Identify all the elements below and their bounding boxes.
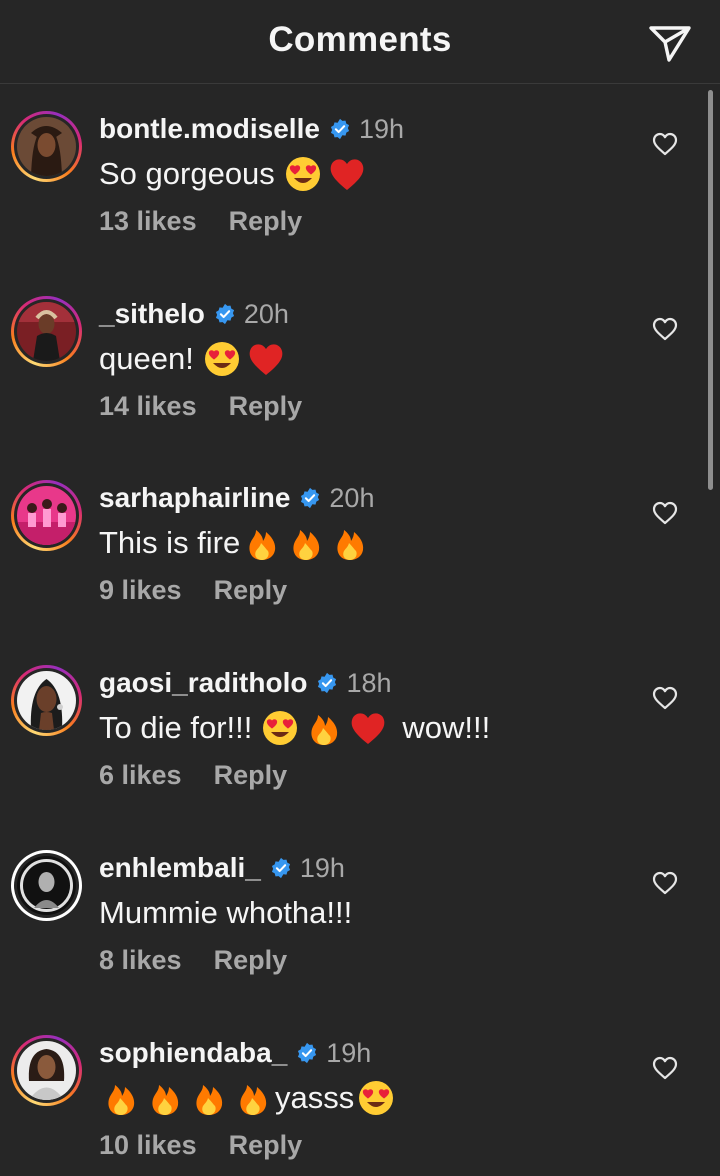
- reply-button[interactable]: Reply: [214, 945, 288, 975]
- avatar[interactable]: [11, 111, 82, 182]
- fire-emoji-icon: [331, 524, 369, 562]
- verified-badge-icon: [298, 1042, 317, 1064]
- comment-header: sarhaphairline 20h: [99, 481, 374, 515]
- heart-eyes-emoji-icon: [357, 1079, 395, 1117]
- comment-trailing-text: wow!!!: [402, 710, 491, 745]
- comment-meta: 13 likes Reply: [99, 206, 302, 237]
- comment-text-line: So gorgeous: [99, 154, 369, 194]
- comment-text-line: Mummie whotha!!!: [99, 893, 352, 933]
- comment-text: This is fire: [99, 525, 241, 560]
- comment-item: sophiendaba_ 19h yasss 10 likes Reply: [0, 1008, 720, 1176]
- comment-meta: 8 likes Reply: [99, 945, 287, 976]
- username[interactable]: sarhaphairline: [99, 482, 290, 514]
- reply-button[interactable]: Reply: [214, 760, 288, 790]
- comment-time: 19h: [299, 852, 345, 883]
- verified-badge-icon: [301, 487, 320, 509]
- comment-item: gaosi_raditholo 18h To die for!!! wow!!!…: [0, 638, 720, 822]
- fire-emoji-icon: [146, 1079, 184, 1117]
- verified-badge-icon: [271, 857, 290, 879]
- comment-text-line: This is fire: [99, 523, 372, 563]
- like-heart-icon[interactable]: [652, 686, 678, 710]
- comment-time: 19h: [358, 113, 404, 144]
- heart-eyes-emoji-icon: [284, 155, 322, 193]
- comments-header: Comments: [0, 0, 720, 84]
- heart-eyes-emoji-icon: [203, 340, 241, 378]
- comment-text-line: queen!: [99, 339, 288, 379]
- verified-badge-icon: [330, 118, 350, 140]
- like-heart-icon[interactable]: [652, 501, 678, 525]
- comment-text-line: yasss: [99, 1078, 398, 1118]
- comment-text: Mummie whotha!!!: [99, 895, 353, 930]
- avatar[interactable]: [11, 296, 82, 367]
- like-heart-icon[interactable]: [652, 317, 678, 341]
- username[interactable]: enhlembali_: [99, 852, 261, 884]
- comment-text: To die for!!!: [99, 710, 253, 745]
- fire-emoji-icon: [287, 524, 325, 562]
- scrollbar[interactable]: [708, 90, 713, 490]
- like-heart-icon[interactable]: [652, 871, 678, 895]
- heart-eyes-emoji-icon: [261, 709, 299, 747]
- comment-header: _sithelo 20h: [99, 297, 289, 331]
- paper-plane-icon[interactable]: [648, 24, 692, 64]
- comments-list[interactable]: bontle.modiselle 19h So gorgeous 13 like…: [0, 84, 720, 1176]
- fire-emoji-icon: [305, 709, 343, 747]
- username[interactable]: bontle.modiselle: [99, 113, 320, 145]
- red-heart-emoji-icon: [349, 709, 387, 747]
- avatar[interactable]: [11, 665, 82, 736]
- like-heart-icon[interactable]: [652, 132, 678, 156]
- comment-meta: 14 likes Reply: [99, 391, 302, 422]
- reply-button[interactable]: Reply: [229, 206, 303, 236]
- avatar[interactable]: [11, 480, 82, 551]
- username[interactable]: _sithelo: [99, 298, 205, 330]
- reply-button[interactable]: Reply: [214, 575, 288, 605]
- fire-emoji-icon: [190, 1079, 228, 1117]
- verified-badge-icon: [215, 303, 234, 325]
- comment-meta: 6 likes Reply: [99, 760, 287, 791]
- username[interactable]: sophiendaba_: [99, 1037, 287, 1069]
- comment-item: _sithelo 20h queen! 14 likes Reply: [0, 269, 720, 453]
- username[interactable]: gaosi_raditholo: [99, 667, 307, 699]
- comment-time: 18h: [346, 667, 392, 698]
- comment-item: sarhaphairline 20h This is fire 9 likes R…: [0, 453, 720, 637]
- fire-emoji-icon: [102, 1079, 140, 1117]
- likes-count[interactable]: 8 likes: [99, 945, 182, 975]
- comment-text: So gorgeous: [99, 156, 275, 191]
- red-heart-emoji-icon: [247, 340, 285, 378]
- comment-text: queen!: [99, 341, 194, 376]
- page-title: Comments: [268, 20, 452, 59]
- comment-time: 19h: [326, 1037, 372, 1068]
- comment-text-line: To die for!!! wow!!!: [99, 708, 490, 748]
- comment-time: 20h: [329, 482, 375, 513]
- fire-emoji-icon: [243, 524, 281, 562]
- comment-meta: 9 likes Reply: [99, 575, 287, 606]
- reply-button[interactable]: Reply: [229, 1130, 303, 1160]
- like-heart-icon[interactable]: [652, 1056, 678, 1080]
- comment-item: enhlembali_ 19h Mummie whotha!!! 8 likes…: [0, 823, 720, 1007]
- comment-header: sophiendaba_ 19h: [99, 1036, 371, 1070]
- likes-count[interactable]: 9 likes: [99, 575, 182, 605]
- verified-badge-icon: [318, 672, 337, 694]
- reply-button[interactable]: Reply: [229, 391, 303, 421]
- comment-header: enhlembali_ 19h: [99, 851, 345, 885]
- comment-time: 20h: [243, 298, 289, 329]
- fire-emoji-icon: [234, 1079, 272, 1117]
- avatar[interactable]: [11, 850, 82, 921]
- likes-count[interactable]: 10 likes: [99, 1130, 197, 1160]
- comment-item: bontle.modiselle 19h So gorgeous 13 like…: [0, 84, 720, 268]
- comment-header: gaosi_raditholo 18h: [99, 666, 392, 700]
- comment-header: bontle.modiselle 19h: [99, 112, 404, 146]
- likes-count[interactable]: 13 likes: [99, 206, 197, 236]
- likes-count[interactable]: 14 likes: [99, 391, 197, 421]
- comment-meta: 10 likes Reply: [99, 1130, 302, 1161]
- avatar[interactable]: [11, 1035, 82, 1106]
- comment-text: yasss: [275, 1080, 355, 1115]
- red-heart-emoji-icon: [328, 155, 366, 193]
- likes-count[interactable]: 6 likes: [99, 760, 182, 790]
